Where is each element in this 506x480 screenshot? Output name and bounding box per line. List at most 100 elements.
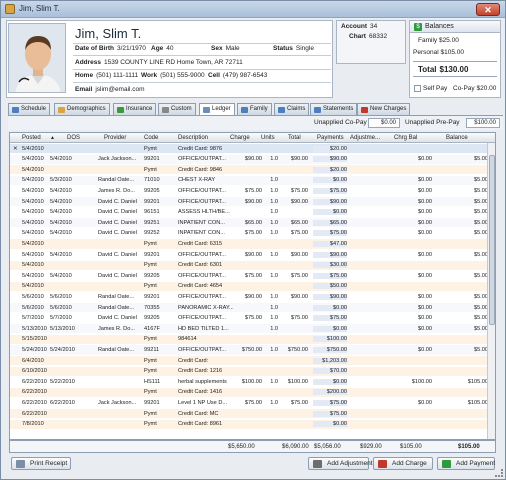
col-chrg-bal[interactable]: Chrg Bal	[394, 135, 417, 141]
table-row[interactable]: 5/6/2010 5/6/2010 Randal Oate... 99201 OFFIC…	[10, 292, 488, 302]
title-bar[interactable]: Jim, Slim T. ✕	[1, 1, 505, 18]
cell-payments: $47.00	[313, 240, 347, 247]
add-charge-button[interactable]: Add Charge	[373, 457, 433, 470]
table-row[interactable]: 5/7/2010 5/7/2010 David C. Daniel 99205 OFFI…	[10, 313, 488, 323]
cell-charge: $75.00	[244, 230, 262, 237]
table-row[interactable]: 5/15/2010 Pymt 984614 $100.00	[10, 334, 488, 345]
cell-provider: Randal Oate...	[98, 293, 135, 300]
cell-payments: $0.00	[313, 325, 347, 332]
table-row[interactable]: 5/6/2010 5/6/2010 Randal Oate... 70355 PANOR…	[10, 303, 488, 313]
col-total[interactable]: Total	[288, 135, 301, 141]
col-balance[interactable]: Balance	[446, 135, 468, 141]
tab-schedule[interactable]: Schedule	[8, 103, 51, 115]
col-charge[interactable]: Charge	[230, 135, 250, 141]
table-row[interactable]: 5/4/2010 5/4/2010 David C. Daniel 99251 INPA…	[10, 218, 488, 228]
col-adjustments[interactable]: Adjustme...	[350, 135, 380, 141]
unapplied-copay-value[interactable]: $0.00	[368, 118, 400, 128]
table-row[interactable]: 5/13/2010 5/13/2010 James R. Do... 4167F HD …	[10, 324, 488, 334]
age-label: Age	[151, 45, 164, 52]
tab-new-charges[interactable]: New Charges	[357, 103, 411, 115]
table-row[interactable]: 5/4/2010 Pymt Credit Card: 6301 $30.00	[10, 260, 488, 270]
resize-grip[interactable]	[495, 469, 503, 477]
cell-units: 1.0	[270, 293, 278, 300]
table-row[interactable]: 6/22/2010 Pymt Credit Card: 1416 $200.00	[10, 387, 488, 398]
table-row[interactable]: 5/4/2010 5/4/2010 David C. Daniel 99201 OFFI…	[10, 250, 488, 260]
tab-family[interactable]: Family	[237, 103, 272, 115]
table-row[interactable]: 5/4/2010 5/4/2010 James R. Do... 99205 OFFIC…	[10, 186, 488, 196]
tab-custom[interactable]: Custom	[158, 103, 196, 115]
cell-description: Credit Card: 9846	[178, 166, 223, 173]
col-units[interactable]: Units	[261, 135, 275, 141]
self-pay-checkbox[interactable]	[414, 85, 421, 92]
table-row[interactable]: 6/22/2010 Pymt Credit Card: MC $75.00	[10, 409, 488, 419]
email-value[interactable]: jslim@email.com	[95, 86, 144, 93]
table-row[interactable]: 6/4/2010 Pymt Credit Card: $1,203.00	[10, 356, 488, 366]
cell-chrg-bal: $0.00	[418, 272, 432, 279]
table-row[interactable]: 5/4/2010 Pymt Credit Card: 4654 $50.00	[10, 281, 488, 292]
cell-dos: 6/22/2010	[50, 399, 75, 406]
cell-charge: $90.00	[244, 251, 262, 258]
table-row[interactable]: 5/4/2010 5/3/2010 Randal Oate... 71010 CHEST…	[10, 175, 488, 186]
printer-icon	[16, 460, 25, 468]
cell-balance: $5.00	[474, 272, 488, 279]
col-code[interactable]: Code	[144, 135, 158, 141]
delete-row-icon[interactable]: ✕	[13, 146, 18, 152]
cell-description: Credit Card: 9876	[178, 145, 223, 152]
cell-payments: $20.00	[313, 145, 347, 152]
table-row[interactable]: 7/8/2010 Pymt Credit Card: 8961 $0.00	[10, 419, 488, 429]
cell-code: 99201	[144, 156, 160, 163]
table-row[interactable]: 5/24/2010 5/24/2010 Randal Oate... 99211 OFF…	[10, 345, 488, 355]
col-payments[interactable]: Payments	[317, 135, 344, 141]
cell-code: HS111	[144, 378, 161, 385]
cell-code: 70355	[144, 304, 160, 311]
add-adjustment-button[interactable]: Add Adjustment	[308, 457, 373, 470]
cell-code: Pymt	[144, 389, 157, 396]
tab-statements[interactable]: Statements	[310, 103, 358, 115]
print-receipt-button[interactable]: Print Receipt	[11, 457, 71, 470]
tab-demographics[interactable]: Demographics	[54, 103, 110, 115]
vertical-scrollbar[interactable]	[487, 143, 495, 439]
col-dos[interactable]: DOS	[67, 135, 80, 141]
cell-description: Credit Card: 8961	[178, 421, 223, 428]
col-description[interactable]: Description	[178, 135, 208, 141]
cell-balance: $105.00	[467, 399, 488, 406]
status-value: Single	[295, 45, 314, 52]
table-row[interactable]: 5/4/2010 5/4/2010 David C. Daniel 96151 ASSE…	[10, 207, 488, 217]
cell-balance: $5.00	[474, 230, 488, 237]
cell-balance: $5.00	[474, 187, 488, 194]
unapplied-prepay-value[interactable]: $100.00	[466, 118, 500, 128]
table-row[interactable]: 6/22/2010 6/22/2010 Jack Jackson... 99201 Le…	[10, 398, 488, 408]
table-row[interactable]: 5/4/2010 5/4/2010 David C. Daniel 99252 INPA…	[10, 228, 488, 239]
scrollbar-thumb[interactable]	[489, 155, 495, 325]
cell-payments: $0.00	[313, 421, 347, 428]
table-row[interactable]: 5/4/2010 5/4/2010 David C. Daniel 99201 OFFI…	[10, 197, 488, 207]
cell-dos: 5/7/2010	[50, 315, 72, 322]
table-row[interactable]: ✕ 5/4/2010 Pymt Credit Card: 9876 $20.00	[10, 144, 488, 154]
cell-posted: 5/4/2010	[22, 240, 44, 247]
cell-dos: 5/4/2010	[50, 198, 72, 205]
unapplied-prepay-label: Unapplied Pre-Pay	[405, 119, 460, 126]
col-provider[interactable]: Provider	[104, 135, 126, 141]
table-row[interactable]: 5/4/2010 Pymt Credit Card: 9846 $20.00	[10, 165, 488, 175]
tab-insurance[interactable]: Insurance	[113, 103, 157, 115]
close-button[interactable]: ✕	[476, 3, 500, 16]
tab-claims[interactable]: Claims	[274, 103, 310, 115]
cell-dos: 5/4/2010	[50, 209, 72, 216]
cell-units: 1.0	[270, 378, 278, 385]
table-row[interactable]: 5/4/2010 5/4/2010 Jack Jackson... 99201 OFFI…	[10, 154, 488, 164]
cell-units: 1.0	[270, 346, 278, 353]
table-row[interactable]: 5/4/2010 Pymt Credit Card: 6315 $47.00	[10, 239, 488, 249]
cell-total: $75.00	[290, 315, 308, 322]
table-row[interactable]: 5/4/2010 5/4/2010 David C. Daniel 99205 OFFI…	[10, 271, 488, 281]
col-posted[interactable]: Posted	[22, 135, 41, 141]
add-payment-button[interactable]: Add Payment	[437, 457, 495, 470]
cell-description: Credit Card: 6301	[178, 262, 223, 269]
insurance-icon	[117, 107, 124, 113]
dob-value: 3/21/1970	[117, 45, 146, 52]
cell-description: 984614	[178, 336, 197, 343]
table-row[interactable]: 6/22/2010 5/22/2010 HS111 herbal supplement…	[10, 377, 488, 387]
patient-photo-image	[9, 24, 65, 92]
cell-code: Pymt	[144, 145, 157, 152]
cell-code: 99251	[144, 219, 160, 226]
table-row[interactable]: 6/10/2010 Pymt Credit Card: 1216 $70.00	[10, 366, 488, 376]
